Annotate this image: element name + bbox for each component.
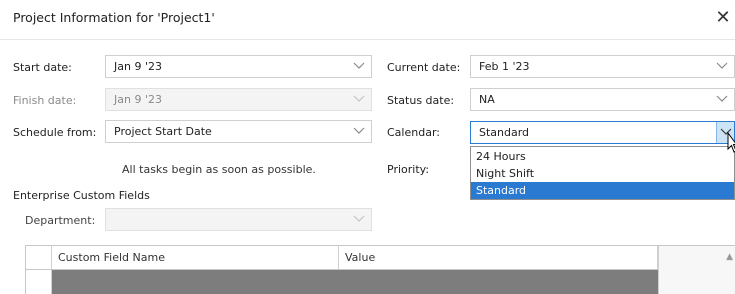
column-header-value[interactable]: Value <box>339 246 658 270</box>
calendar-label: Calendar: <box>387 126 440 139</box>
chevron-down-icon <box>353 95 367 105</box>
dialog-title: Project Information for 'Project1' <box>13 10 215 25</box>
calendar-option-standard[interactable]: Standard <box>471 182 734 199</box>
start-date-dropdown[interactable]: Jan 9 '23 <box>105 55 372 78</box>
schedule-from-dropdown[interactable]: Project Start Date <box>105 120 372 143</box>
grid-body[interactable] <box>52 270 658 294</box>
department-label: Department: <box>25 214 96 227</box>
vertical-scrollbar[interactable]: ▲ <box>658 246 735 294</box>
schedule-from-label: Schedule from: <box>13 126 97 139</box>
calendar-option-24-hours[interactable]: 24 Hours <box>471 148 734 165</box>
current-date-value: Feb 1 '23 <box>479 60 530 73</box>
priority-label: Priority: <box>387 163 430 176</box>
schedule-note: All tasks begin as soon as possible. <box>122 163 316 176</box>
finish-date-value: Jan 9 '23 <box>114 93 162 106</box>
department-dropdown <box>105 208 372 231</box>
dialog-titlebar: Project Information for 'Project1' ✕ <box>0 0 735 40</box>
chevron-down-icon <box>353 215 367 225</box>
finish-date-dropdown: Jan 9 '23 <box>105 88 372 111</box>
row-header[interactable] <box>26 270 52 294</box>
calendar-options-list[interactable]: 24 Hours Night Shift Standard <box>470 146 735 200</box>
chevron-down-icon[interactable] <box>716 95 730 105</box>
calendar-dropdown[interactable]: Standard <box>470 121 735 144</box>
finish-date-label: Finish date: <box>13 94 77 107</box>
status-date-value: NA <box>479 93 495 106</box>
start-date-value: Jan 9 '23 <box>114 60 162 73</box>
chevron-down-icon[interactable] <box>716 62 730 72</box>
status-date-dropdown[interactable]: NA <box>470 88 735 111</box>
chevron-down-icon[interactable] <box>353 62 367 72</box>
calendar-value: Standard <box>479 126 530 139</box>
select-all-cell[interactable] <box>26 246 52 270</box>
enterprise-section-label: Enterprise Custom Fields <box>13 189 150 202</box>
chevron-down-icon[interactable] <box>353 127 367 137</box>
mouse-pointer-icon <box>727 131 735 154</box>
close-icon[interactable]: ✕ <box>712 6 734 30</box>
current-date-label: Current date: <box>387 61 461 74</box>
status-date-label: Status date: <box>387 94 455 107</box>
scroll-up-icon[interactable]: ▲ <box>726 252 733 262</box>
column-header-custom-field-name[interactable]: Custom Field Name <box>52 246 339 270</box>
current-date-dropdown[interactable]: Feb 1 '23 <box>470 55 735 78</box>
schedule-from-value: Project Start Date <box>114 125 212 138</box>
calendar-option-night-shift[interactable]: Night Shift <box>471 165 734 182</box>
start-date-label: Start date: <box>13 61 72 74</box>
custom-fields-grid[interactable]: Custom Field Name Value ▲ <box>25 245 735 294</box>
